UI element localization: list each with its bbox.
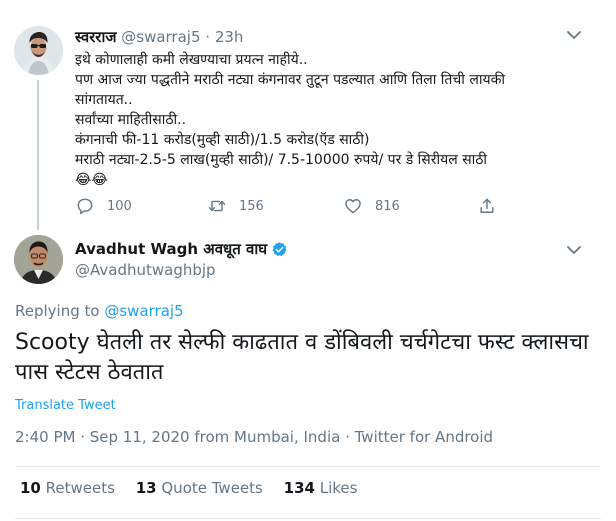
thread-line: [37, 80, 39, 230]
separator-dot: ·: [205, 28, 211, 46]
likes-count: 134: [283, 479, 315, 497]
retweet-icon: [208, 200, 226, 212]
divider: [15, 518, 601, 519]
tweet-actions: 100 156 816: [75, 196, 505, 218]
retweets-count: 10: [20, 479, 41, 497]
tweet-line: 😂😂: [75, 172, 108, 188]
share-button[interactable]: [477, 196, 509, 216]
divider: [15, 466, 601, 467]
parent-tweet[interactable]: स्वरराज @swarraj5 · 23h इथे कोणालाही कमी…: [0, 0, 616, 230]
replying-to-link[interactable]: @swarraj5: [104, 302, 183, 320]
avatar[interactable]: [14, 26, 63, 75]
quote-tweets-label: Quote Tweets: [161, 479, 263, 497]
share-icon: [480, 198, 494, 213]
tweet-meta[interactable]: 2:40 PM · Sep 11, 2020 from Mumbai, Indi…: [15, 428, 493, 446]
quote-tweets-stat[interactable]: 13 Quote Tweets: [136, 479, 268, 497]
translate-tweet-link[interactable]: Translate Tweet: [15, 398, 116, 413]
reply-icon: [77, 198, 93, 215]
replying-prefix: Replying to: [15, 302, 100, 320]
display-name-text: Avadhut Wagh अवधूत वाघ: [75, 240, 268, 258]
tweet-line: कंगनाची फी-11 करोड(मुव्ही साठी)/1.5 करोड…: [75, 132, 370, 148]
tweet-text: इथे कोणालाही कमी लेखण्याचा प्रयत्न नाहीय…: [75, 50, 595, 190]
user-avatar-icon: [14, 235, 63, 284]
user-handle[interactable]: @swarraj5: [121, 28, 200, 46]
likes-label: Likes: [319, 479, 358, 497]
replying-to: Replying to @swarraj5: [15, 302, 184, 320]
chevron-down-icon[interactable]: [565, 243, 583, 257]
chevron-down-icon[interactable]: [565, 28, 583, 42]
quote-tweets-count: 13: [135, 479, 157, 497]
verified-badge-icon: [272, 241, 287, 256]
retweet-button[interactable]: 156: [207, 196, 264, 216]
tweet-line: इथे कोणालाही कमी लेखण्याचा प्रयत्न नाहीय…: [75, 52, 308, 68]
tweet-line: सर्वांच्या माहितीसाठी..: [75, 112, 187, 128]
avatar[interactable]: [14, 235, 63, 284]
like-count: 816: [375, 198, 400, 214]
tweet-header: स्वरराज @swarraj5 · 23h: [75, 27, 243, 47]
retweets-label: Retweets: [45, 479, 115, 497]
timestamp[interactable]: 23h: [215, 28, 244, 46]
reply-count: 100: [107, 198, 132, 214]
display-name[interactable]: Avadhut Wagh अवधूत वाघ: [75, 239, 288, 259]
tweet-line: मराठी नट्या-2.5-5 लाख(मुव्ही साठी)/ 7.5-…: [75, 152, 488, 168]
user-avatar-icon: [14, 26, 63, 75]
tweet-stats: 10 Retweets 13 Quote Tweets 134 Likes: [20, 479, 373, 497]
heart-icon: [345, 199, 361, 214]
tweet-line: पण आज ज्या पद्धतीने मराठी नट्या कंगनावर …: [75, 72, 505, 88]
display-name[interactable]: स्वरराज: [75, 28, 116, 46]
user-handle[interactable]: @Avadhutwaghbjp: [75, 261, 216, 279]
author-name-row: Avadhut Wagh अवधूत वाघ: [75, 239, 288, 259]
like-button[interactable]: 816: [343, 196, 400, 216]
reply-button[interactable]: 100: [75, 196, 132, 216]
tweet-line: सांगतायत..: [75, 92, 133, 108]
retweet-count: 156: [239, 198, 264, 214]
likes-stat[interactable]: 134 Likes: [284, 479, 358, 497]
retweets-stat[interactable]: 10 Retweets: [20, 479, 120, 497]
tweet-text: Scooty घेतली तर सेल्फी काढतात व डोंबिवली…: [15, 330, 589, 385]
